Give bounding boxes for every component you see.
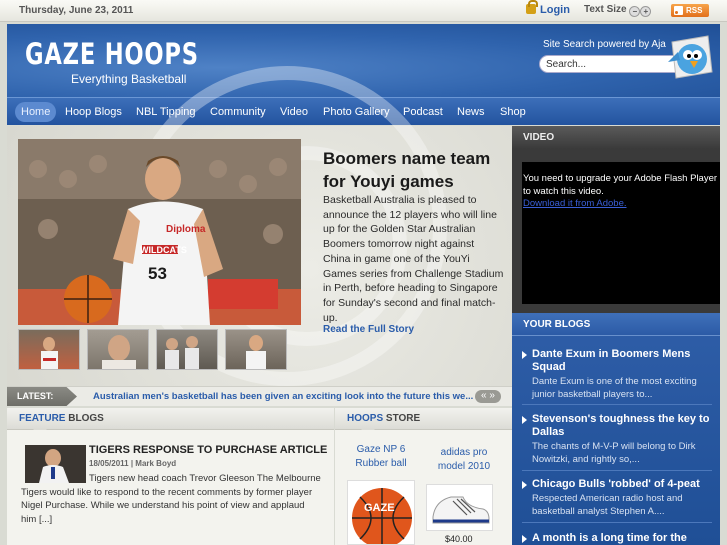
blog-item-title[interactable]: Stevenson's toughness the key to Dallas [522, 413, 718, 439]
blog-list-item: Dante Exum in Boomers Mens Squad Dante E… [522, 348, 718, 401]
feature-blogs: TIGERS RESPONSE TO PURCHASE ARTICLE 18/0… [7, 430, 334, 545]
heading-text: BLOGS [65, 413, 104, 424]
blog-excerpt: Tigers new head coach Trevor Gleeson The… [21, 473, 321, 526]
text-size-decrease-button[interactable]: − [629, 6, 641, 17]
search-label: Site Search powered by Aja [543, 39, 666, 50]
adobe-download-link[interactable]: Download it from Adobe. [523, 198, 627, 209]
lock-icon [526, 0, 538, 14]
text-size-label: Text Size [584, 4, 627, 15]
featured-story: Diploma WILDCATS 53 Boomers name team fo… [7, 66, 512, 386]
heading-text: BLOGS [551, 319, 591, 330]
nav-news[interactable]: News [451, 102, 491, 122]
featured-headline[interactable]: Boomers name team for Youyi games [323, 147, 508, 193]
site-tagline: Everything Basketball [71, 72, 187, 86]
nav-home[interactable]: Home [15, 102, 57, 122]
ticker-nav-arrows[interactable]: « » [475, 390, 501, 403]
hoops-store-heading: HOOPS STORE [335, 408, 512, 436]
bird-mascot-icon [668, 35, 713, 79]
login-link[interactable]: Login [526, 0, 570, 16]
featured-summary: Basketball Australia is pleased to annou… [323, 194, 504, 324]
product-name[interactable]: Gaze NP 6 Rubber ball [347, 443, 415, 471]
basketball-player-photo: Diploma WILDCATS 53 [18, 139, 301, 325]
divider [522, 470, 712, 471]
latest-label: LATEST: [7, 387, 77, 406]
feature-blogs-heading: FEATURE BLOGS [7, 408, 334, 436]
site-logo[interactable]: GAZE HOOPS [25, 37, 199, 71]
nav-hoop-blogs[interactable]: Hoop Blogs [59, 102, 128, 122]
featured-photo[interactable]: Diploma WILDCATS 53 [18, 139, 301, 325]
blog-list-item: Stevenson's toughness the key to Dallas … [522, 413, 718, 466]
text-size-control: Text Size − + [584, 4, 652, 17]
blog-item-title[interactable]: Dante Exum in Boomers Mens Squad [522, 348, 718, 374]
jersey-team-name: WILDCATS [140, 245, 187, 255]
heading-highlight: HOOPS [347, 413, 384, 424]
video-heading: VIDEO [512, 126, 720, 149]
latest-ticker: LATEST: Australian men's basketball has … [7, 386, 512, 406]
sneaker-icon [432, 496, 490, 524]
blog-list-item: A month is a long time for the [522, 532, 718, 545]
nav-shop[interactable]: Shop [494, 102, 532, 122]
product-name[interactable]: adidas pro model 2010 [427, 446, 501, 474]
heading-highlight: YOUR [523, 319, 552, 330]
heading-highlight: FEATURE [19, 413, 66, 424]
basketball-icon: GAZE [352, 488, 412, 544]
thumbnail-1[interactable] [18, 329, 80, 370]
blog-meta: 18/05/2011 | Mark Boyd [89, 459, 177, 468]
blog-item-excerpt: Dante Exum is one of the most exciting j… [532, 376, 697, 400]
rss-icon [674, 6, 683, 15]
thumbnail-3[interactable] [156, 329, 218, 370]
divider [522, 522, 712, 523]
your-blogs: YOUR BLOGS Dante Exum in Boomers Mens Sq… [512, 313, 720, 545]
jersey-number: 53 [148, 264, 167, 283]
divider [522, 404, 712, 405]
video-panel: You need to upgrade your Adobe Flash Pla… [512, 149, 720, 313]
heading-text: STORE [383, 413, 421, 424]
blog-list-item: Chicago Bulls 'robbed' of 4-peat Respect… [522, 478, 718, 518]
blog-item-excerpt: Respected American radio host and basket… [532, 493, 683, 517]
product-price: $40.00 [445, 534, 473, 544]
blog-title[interactable]: TIGERS RESPONSE TO PURCHASE ARTICLE [89, 444, 327, 456]
blog-item-title[interactable]: Chicago Bulls 'robbed' of 4-peat [522, 478, 718, 491]
read-full-story-link[interactable]: Read the Full Story [323, 324, 414, 335]
ticker-headline[interactable]: Australian men's basketball has been giv… [93, 391, 473, 402]
text-size-increase-button[interactable]: + [640, 6, 652, 17]
your-blogs-heading: YOUR BLOGS [512, 313, 720, 336]
product-image-shoe[interactable] [426, 484, 493, 531]
hoops-store: Gaze NP 6 Rubber ball adidas pro model 2… [335, 430, 512, 545]
video-player[interactable]: You need to upgrade your Adobe Flash Pla… [522, 162, 720, 304]
jersey-sponsor: Diploma [166, 224, 206, 235]
rss-label: RSS [686, 6, 703, 15]
rss-button[interactable]: RSS [671, 4, 709, 17]
thumbnail-4[interactable] [225, 329, 287, 370]
current-date: Thursday, June 23, 2011 [19, 5, 134, 16]
blog-item-title[interactable]: A month is a long time for the [522, 532, 718, 545]
product-image-ball[interactable]: GAZE [347, 480, 415, 545]
blog-item-excerpt: The chants of M-V-P will belong to Dirk … [532, 441, 696, 465]
ball-brand: GAZE [364, 502, 395, 514]
login-label: Login [540, 4, 570, 16]
thumbnail-2[interactable] [87, 329, 149, 370]
top-bar: Thursday, June 23, 2011 Login Text Size … [0, 0, 727, 22]
flash-upgrade-message: You need to upgrade your Adobe Flash Pla… [523, 173, 718, 197]
